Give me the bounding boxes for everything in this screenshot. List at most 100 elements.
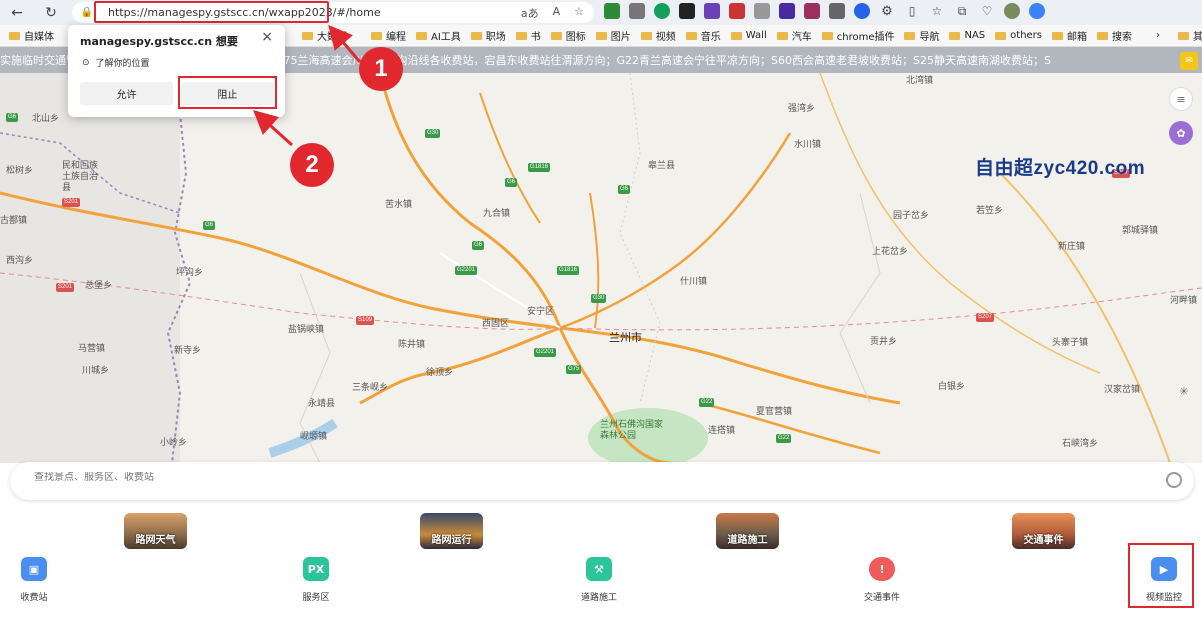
refresh-icon[interactable]: ↻ xyxy=(38,2,64,24)
extension-icon[interactable] xyxy=(604,3,620,19)
extension-icon[interactable] xyxy=(779,3,795,19)
extension-icon[interactable] xyxy=(629,3,645,19)
map-place-label[interactable]: 陈井镇 xyxy=(398,337,425,350)
map-place-label[interactable]: 马营镇 xyxy=(78,341,105,354)
bookmark-folder[interactable]: Wall xyxy=(726,25,772,47)
favorites-icon[interactable]: ☆ xyxy=(929,3,945,19)
traffic-layer-icon[interactable]: ✿ xyxy=(1169,121,1193,145)
map-place-label[interactable]: 小岭乡 xyxy=(160,435,187,448)
bookmark-folder[interactable]: 职场 xyxy=(466,25,511,47)
map-place-label[interactable]: 西沟乡 xyxy=(6,253,33,266)
collections-icon[interactable]: ⧉ xyxy=(954,3,970,19)
map-place-label[interactable]: 安宁区 xyxy=(527,304,554,317)
map-place-label[interactable]: 头寨子镇 xyxy=(1052,335,1088,348)
extension-icon[interactable] xyxy=(804,3,820,19)
nav-traffic-event[interactable]: ! 交通事件 xyxy=(852,557,912,603)
bookmark-folder[interactable]: 其他收藏夹 xyxy=(1173,25,1202,47)
split-screen-icon[interactable]: ▯ xyxy=(904,3,920,19)
map-place-label[interactable]: 河畔镇 xyxy=(1170,293,1197,306)
map-place-label[interactable]: 兰州石佛沟国家森林公园 xyxy=(600,420,670,442)
extension-icon[interactable] xyxy=(854,3,870,19)
favorite-star-icon[interactable]: ☆ xyxy=(574,5,584,21)
road-weather-card[interactable]: 路网天气 xyxy=(124,513,187,549)
map-place-label[interactable]: 岘塬镇 xyxy=(300,429,327,442)
map-place-label[interactable]: 什川镇 xyxy=(680,274,707,287)
bookmark-folder[interactable]: 大数据 xyxy=(297,25,352,47)
nav-toll-station[interactable]: ▣ 收费站 xyxy=(4,557,64,603)
grammarly-icon[interactable] xyxy=(654,3,670,19)
bookmark-folder[interactable]: 导航 xyxy=(899,25,944,47)
map-place-label[interactable]: 盐锅峡镇 xyxy=(288,322,324,335)
image-icon[interactable] xyxy=(754,3,770,19)
feedback-icon[interactable]: ✉ xyxy=(1180,52,1198,70)
road-status-card[interactable]: 路网运行 xyxy=(420,513,483,549)
performance-icon[interactable]: ♡ xyxy=(979,3,995,19)
bookmark-folder[interactable]: 自媒体 xyxy=(4,25,59,47)
map-place-label[interactable]: 九合镇 xyxy=(483,206,510,219)
close-icon[interactable]: × xyxy=(261,29,273,45)
bookmark-folder[interactable]: chrome插件 xyxy=(817,25,900,47)
map-place-label[interactable]: 川城乡 xyxy=(82,363,109,376)
map-place-label[interactable]: 新庄镇 xyxy=(1058,239,1085,252)
bookmark-folder[interactable]: 邮箱 xyxy=(1047,25,1092,47)
bookmark-folder[interactable]: 图片 xyxy=(591,25,636,47)
map-place-label[interactable]: 贡井乡 xyxy=(870,334,897,347)
map-place-label[interactable]: 永靖县 xyxy=(308,396,335,409)
bookmark-folder[interactable]: 音乐 xyxy=(681,25,726,47)
map-place-label[interactable]: 徐顶乡 xyxy=(426,365,453,378)
map-city-label[interactable]: 兰州市 xyxy=(609,329,642,345)
map-place-label[interactable]: 总堡乡 xyxy=(85,278,112,291)
extension-icon[interactable] xyxy=(829,3,845,19)
map-view[interactable]: 北山乡 松树乡 民和回族土族自治县 古鄯镇 西沟乡 总堡乡 坪沟乡 盐锅峡镇 新… xyxy=(0,73,1202,463)
bookmark-folder[interactable]: 汽车 xyxy=(772,25,817,47)
traffic-event-card[interactable]: 交通事件 xyxy=(1012,513,1075,549)
search-bar[interactable] xyxy=(10,462,1194,500)
map-place-label[interactable]: 郭城驿镇 xyxy=(1122,223,1158,236)
layer-toggle-icon[interactable]: ≡ xyxy=(1169,87,1193,111)
extension-icon[interactable] xyxy=(704,3,720,19)
bookmark-folder[interactable]: 图标 xyxy=(546,25,591,47)
nav-road-construction[interactable]: ⚒ 道路施工 xyxy=(569,557,629,603)
nav-service-area[interactable]: PX 服务区 xyxy=(286,557,346,603)
map-place-label[interactable]: 西固区 xyxy=(482,316,509,329)
chevron-right-icon[interactable]: › xyxy=(1151,25,1165,47)
map-place-label[interactable]: 松树乡 xyxy=(6,163,33,176)
map-place-label[interactable]: 三条岘乡 xyxy=(352,380,388,393)
map-place-label[interactable]: 上花岔乡 xyxy=(872,244,908,257)
map-place-label[interactable]: 皋兰县 xyxy=(648,158,675,171)
copilot-icon[interactable] xyxy=(1029,3,1045,19)
map-place-label[interactable]: 夏官营镇 xyxy=(756,404,792,417)
bookmark-folder[interactable]: 视频 xyxy=(636,25,681,47)
map-place-label[interactable]: 园子岔乡 xyxy=(893,208,929,221)
extension-icon[interactable] xyxy=(679,3,695,19)
map-place-label[interactable]: 若笠乡 xyxy=(976,203,1003,216)
map-place-label[interactable]: 坪沟乡 xyxy=(176,265,203,278)
map-place-label[interactable]: 白银乡 xyxy=(938,379,965,392)
map-place-label[interactable]: 民和回族土族自治县 xyxy=(62,161,98,194)
avatar[interactable] xyxy=(1004,3,1020,19)
extension-icon[interactable] xyxy=(729,3,745,19)
map-place-label[interactable]: 古鄯镇 xyxy=(0,213,27,226)
bookmark-folder[interactable]: 编程 xyxy=(366,25,411,47)
search-icon[interactable] xyxy=(1166,472,1182,488)
map-place-label[interactable]: 北湾镇 xyxy=(906,73,933,86)
puzzle-icon[interactable]: ⚙ xyxy=(879,3,895,19)
map-place-label[interactable]: 新寺乡 xyxy=(174,343,201,356)
bookmark-folder[interactable]: NAS xyxy=(944,25,990,47)
map-place-label[interactable]: 北山乡 xyxy=(32,111,59,124)
map-place-label[interactable]: 石峡湾乡 xyxy=(1062,436,1098,449)
map-place-label[interactable]: 水川镇 xyxy=(794,137,821,150)
read-aloud-icon[interactable]: aあ xyxy=(521,5,539,21)
bookmark-folder[interactable]: 书 xyxy=(511,25,546,47)
text-size-icon[interactable]: A xyxy=(553,5,561,21)
road-construction-card[interactable]: 道路施工 xyxy=(716,513,779,549)
bookmark-folder[interactable]: AI工具 xyxy=(411,25,466,47)
bookmark-folder[interactable]: 搜索 xyxy=(1092,25,1137,47)
back-icon[interactable]: ← xyxy=(4,2,30,24)
search-input[interactable] xyxy=(34,472,434,483)
map-place-label[interactable]: 苦水镇 xyxy=(385,197,412,210)
map-place-label[interactable]: 连搭镇 xyxy=(708,423,735,436)
bookmark-folder[interactable]: others xyxy=(990,25,1047,47)
map-place-label[interactable]: 强湾乡 xyxy=(788,101,815,114)
allow-button[interactable]: 允许 xyxy=(80,82,173,105)
